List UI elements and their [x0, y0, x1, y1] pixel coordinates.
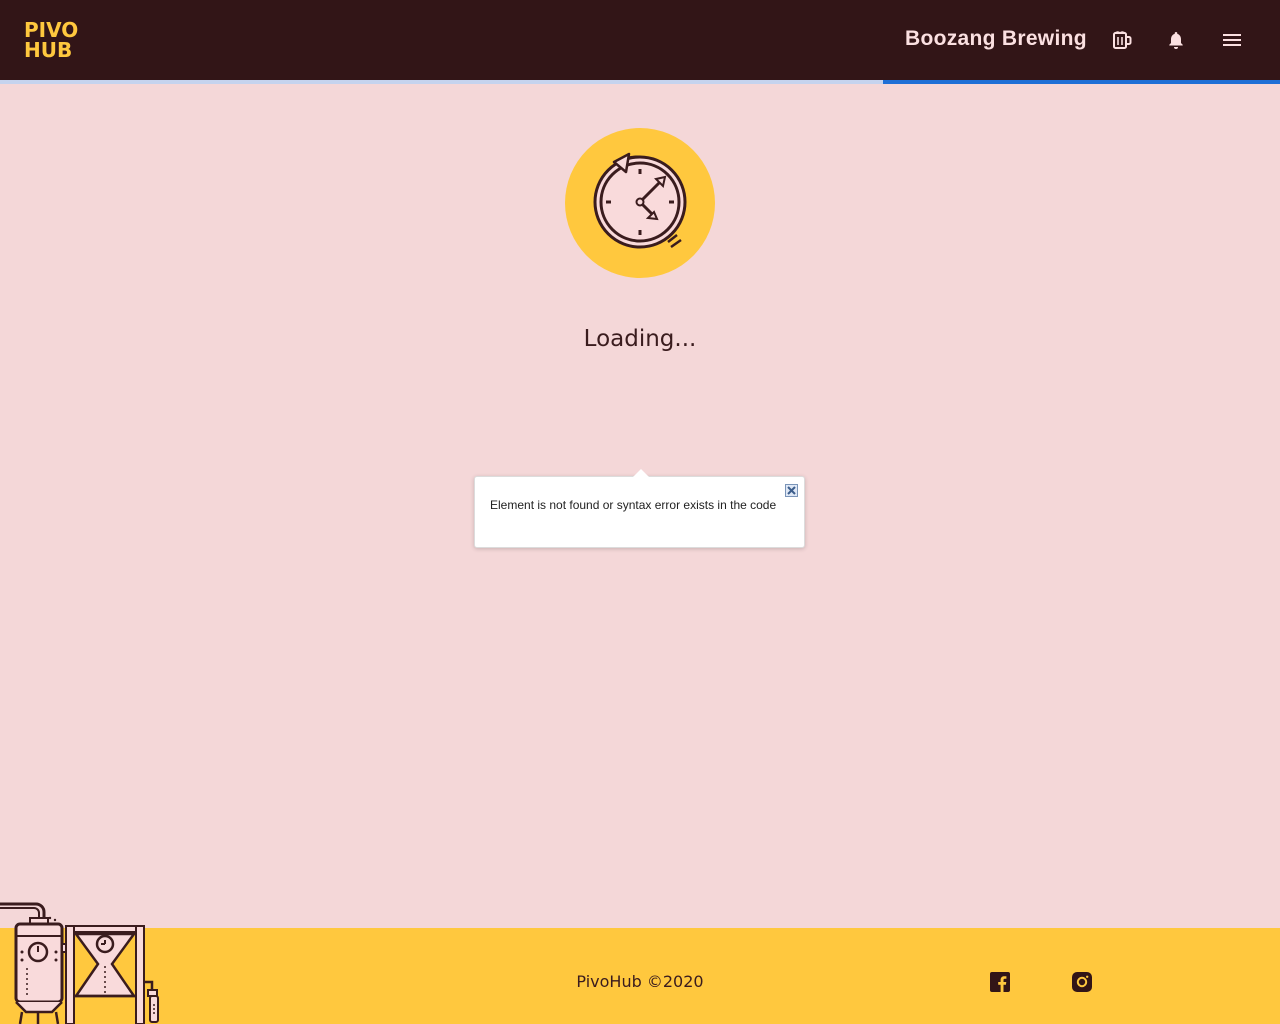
menu-icon[interactable] — [1220, 28, 1244, 52]
logo-line-1: PIVO — [24, 18, 79, 42]
brewery-name[interactable]: Boozang Brewing — [905, 27, 1087, 51]
loading-clock-badge — [565, 128, 715, 278]
main-content: Loading... Element is not found or synta… — [0, 84, 1280, 928]
beer-mug-icon[interactable] — [1110, 28, 1134, 52]
facebook-icon[interactable] — [990, 972, 1010, 992]
logo-line-2: HUB — [24, 38, 73, 62]
error-message: Element is not found or syntax error exi… — [490, 498, 777, 512]
close-icon[interactable] — [785, 482, 798, 497]
pivohub-logo[interactable]: PIVO HUB — [24, 20, 78, 60]
top-navbar: PIVO HUB Boozang Brewing — [0, 0, 1280, 80]
brewery-equipment-illustration — [0, 896, 165, 1024]
clock-icon — [593, 152, 687, 249]
error-tooltip: Element is not found or syntax error exi… — [474, 469, 805, 548]
instagram-icon[interactable] — [1072, 972, 1092, 992]
bell-icon[interactable] — [1164, 28, 1188, 52]
tooltip-arrow — [633, 469, 649, 477]
loading-text: Loading... — [583, 326, 697, 352]
footer: PivoHub ©2020 — [0, 928, 1280, 1024]
